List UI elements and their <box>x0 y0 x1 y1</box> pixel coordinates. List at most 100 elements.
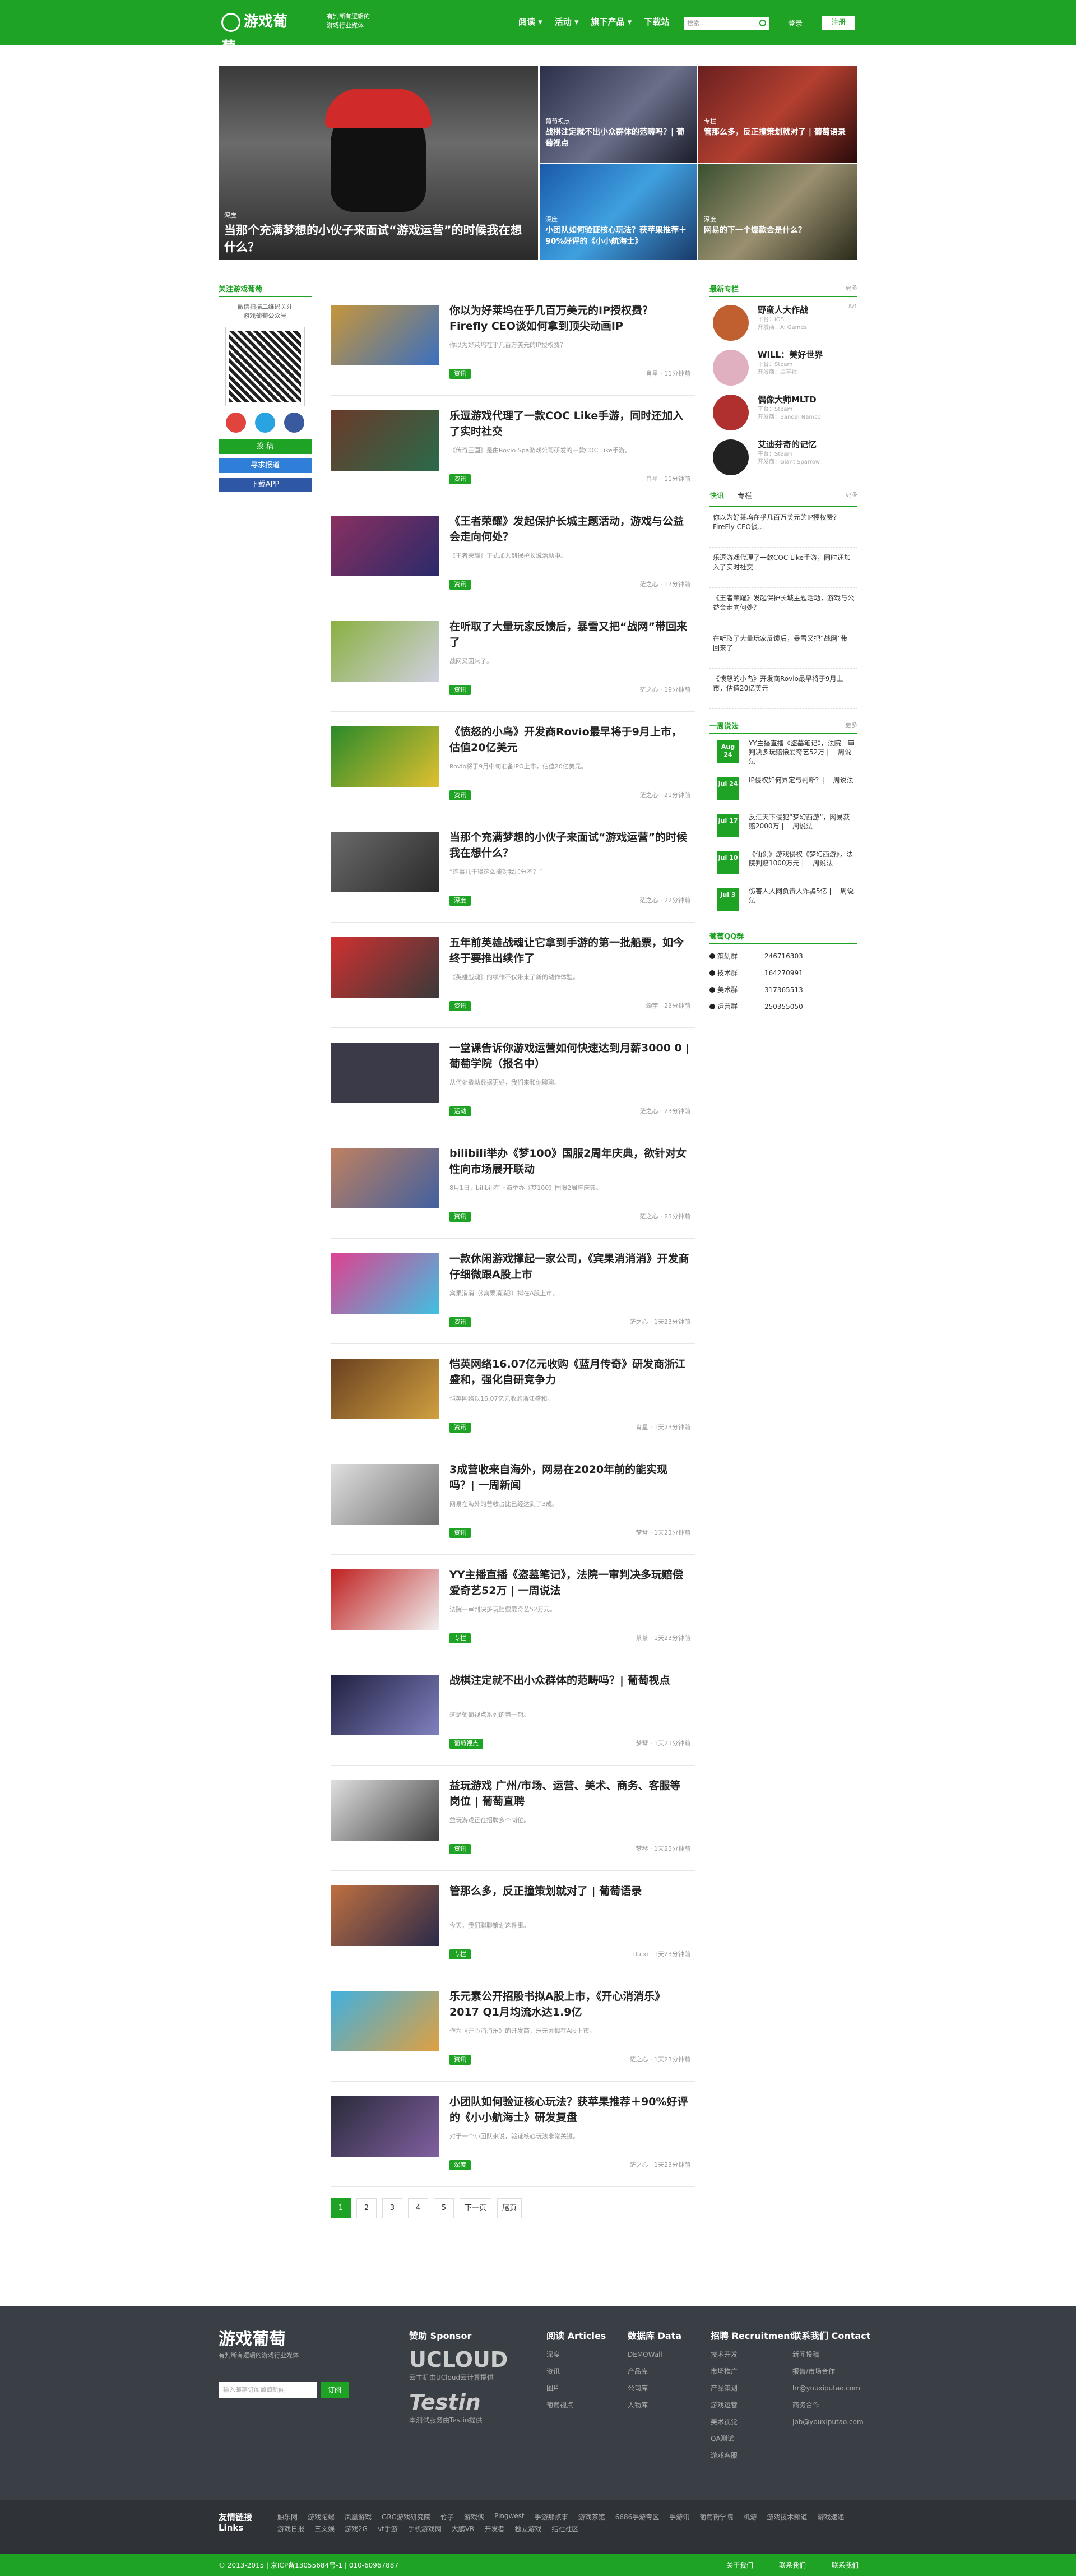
article-thumbnail[interactable] <box>331 410 439 471</box>
footer-data-link[interactable]: 产品库 <box>628 2363 681 2380</box>
site-logo[interactable]: 游戏葡萄 <box>221 9 294 56</box>
page-1[interactable]: 1 <box>331 2198 351 2218</box>
law-title[interactable]: 反汇天下侵犯“梦幻西游”，网易获赔2000万 | 一周说法 <box>749 813 855 831</box>
quick-news-item[interactable]: 《王者荣耀》发起保护长城主题活动，游戏与公益会走向何处？ <box>709 588 857 628</box>
law-item[interactable]: Jul 3 伤害人人网负责人诈骗5亿 | 一周说法 <box>709 882 857 919</box>
columnist-name[interactable]: 野蛮人大作战 <box>758 304 857 316</box>
nav-item-products[interactable]: 旗下产品 ▾ <box>591 16 632 27</box>
article-thumbnail[interactable] <box>331 621 439 682</box>
article-tag[interactable]: 专栏 <box>449 1949 471 1959</box>
columnist-item[interactable]: WILL：美好世界 平台：Steam 开发商：兰亭社 <box>709 346 857 391</box>
register-button[interactable]: 注册 <box>822 16 855 30</box>
friend-link[interactable]: 机游 <box>743 2512 757 2522</box>
article-thumbnail[interactable] <box>331 516 439 576</box>
nav-item-read[interactable]: 阅读 ▾ <box>518 16 542 27</box>
columnist-name[interactable]: 艾迪芬奇的记忆 <box>758 438 857 451</box>
article-tag[interactable]: 资讯 <box>449 1423 471 1433</box>
article-item[interactable]: 一堂课告诉你游戏运营如何快速达到月薪3000 0 | 葡萄学院（报名中） 从何处撬… <box>331 1035 695 1133</box>
article-title[interactable]: 《愤怒的小鸟》开发商Rovio最早将于9月上市，估值20亿美元 <box>449 724 690 756</box>
article-item[interactable]: 益玩游戏 广州/市场、运营、美术、商务、客服等岗位 | 葡萄直聘 益玩游戏正在招聘… <box>331 1772 695 1871</box>
article-title[interactable]: 战棋注定就不出小众群体的范畴吗？| 葡萄视点 <box>449 1672 690 1688</box>
footer-article-link[interactable]: 资讯 <box>546 2363 606 2380</box>
article-thumbnail[interactable] <box>331 1885 439 1946</box>
footer-contact-link[interactable]: hr@youxiputao.com <box>792 2380 870 2397</box>
article-tag[interactable]: 活动 <box>449 1106 471 1116</box>
footer-contact-link[interactable]: 商务合作 <box>792 2397 870 2413</box>
article-title[interactable]: 在听取了大量玩家反馈后，暴雪又把“战网”带回来了 <box>449 619 690 650</box>
footer-recruit-link[interactable]: 游戏客服 <box>711 2447 794 2464</box>
friend-link[interactable]: 葡萄街学院 <box>699 2512 733 2522</box>
article-thumbnail[interactable] <box>331 1253 439 1314</box>
search-input[interactable]: 搜索... <box>684 17 769 30</box>
last-page-button[interactable]: 尾页 <box>497 2198 522 2218</box>
article-item[interactable]: YY主播直播《盗墓笔记》，法院一审判决多玩赔偿爱奇艺52万 | 一周说法 法院一审… <box>331 1562 695 1660</box>
article-thumbnail[interactable] <box>331 1569 439 1630</box>
columnist-item[interactable]: 野蛮人大作战 平台：iOS 开发商：Ai Games 8/1 <box>709 302 857 346</box>
footer-data-link[interactable]: 人物库 <box>628 2397 681 2413</box>
article-tag[interactable]: 资讯 <box>449 1317 471 1327</box>
article-item[interactable]: 五年前英雄战魂让它拿到手游的第一批船票，如今终于要推出续作了 《英雄战魂》的续作不… <box>331 929 695 1028</box>
article-tag[interactable]: 资讯 <box>449 1001 471 1011</box>
footer-recruit-link[interactable]: 游戏运营 <box>711 2397 794 2413</box>
law-title[interactable]: 伤害人人网负责人诈骗5亿 | 一周说法 <box>749 887 855 905</box>
weibo-icon[interactable] <box>226 413 246 433</box>
article-tag[interactable]: 资讯 <box>449 790 471 800</box>
friend-link[interactable]: 游戏茶馆 <box>578 2512 605 2522</box>
contact-link[interactable]: 联系我们 <box>779 2560 806 2570</box>
article-item[interactable]: 恺英网络16.07亿元收购《蓝月传奇》研发商浙江盛和，强化自研竞争力 恺英网络以1… <box>331 1351 695 1449</box>
columnist-item[interactable]: 偶像大师MLTD 平台：Steam 开发商：Bandai Namco <box>709 391 857 436</box>
avatar[interactable] <box>713 350 749 386</box>
article-item[interactable]: 你以为好莱坞在乎几百万美元的IP授权费？Firefly CEO谈如何拿到顶尖动画… <box>331 297 695 396</box>
article-item[interactable]: 乐逗游戏代理了一款COC Like手游，同时还加入了实时社交 《传奇王国》是由Ro… <box>331 402 695 501</box>
nav-item-events[interactable]: 活动 ▾ <box>555 16 579 27</box>
download-app-button[interactable]: 下载APP <box>219 478 312 492</box>
columnist-name[interactable]: 偶像大师MLTD <box>758 393 857 406</box>
subscribe-button[interactable]: 订阅 <box>321 2382 349 2398</box>
article-item[interactable]: 3成营收来自海外，网易在2020年前的能实现吗？| 一周新闻 网易在海外的营收占比… <box>331 1456 695 1555</box>
about-link[interactable]: 关于我们 <box>726 2560 753 2570</box>
friend-link[interactable]: 游戏技术频道 <box>767 2512 807 2522</box>
article-tag[interactable]: 资讯 <box>449 1528 471 1538</box>
qq-group[interactable]: 美术群 317365513 <box>709 981 857 998</box>
law-item[interactable]: Aug 24 YY主播直播《盗墓笔记》，法院一审判决多玩赔偿爱奇艺52万 | 一周… <box>709 734 857 771</box>
friend-link[interactable]: Pingwest <box>494 2512 525 2522</box>
seek-report-button[interactable]: 寻求报道 <box>219 458 312 473</box>
article-title[interactable]: 管那么多，反正撞策划就对了 | 葡萄语录 <box>449 1883 690 1899</box>
law-title[interactable]: 《仙剑》游戏侵权《梦幻西游》，法院判赔1000万元 | 一周说法 <box>749 850 855 868</box>
article-item[interactable]: 小团队如何验证核心玩法？获苹果推荐＋90%好评的《小小航海士》研发复盘 对于一个小… <box>331 2088 695 2187</box>
article-thumbnail[interactable] <box>331 1359 439 1419</box>
footer-recruit-link[interactable]: QA测试 <box>711 2430 794 2447</box>
article-tag[interactable]: 资讯 <box>449 369 471 379</box>
more-link[interactable]: 更多 <box>845 283 857 292</box>
login-button[interactable]: 登录 <box>788 17 803 28</box>
article-title[interactable]: bilibili举办《梦100》国服2周年庆典，欲针对女性向市场展开联动 <box>449 1146 690 1177</box>
columnist-item[interactable]: 艾迪芬奇的记忆 平台：Steam 开发商：Giant Sparrow <box>709 436 857 481</box>
article-thumbnail[interactable] <box>331 2096 439 2157</box>
article-title[interactable]: 一款休闲游戏撑起一家公司，《宾果消消消》开发商仔细微跟A股上市 <box>449 1251 690 1282</box>
article-thumbnail[interactable] <box>331 726 439 787</box>
friend-link[interactable]: vt手游 <box>378 2524 398 2533</box>
article-title[interactable]: 五年前英雄战魂让它拿到手游的第一批船票，如今终于要推出续作了 <box>449 935 690 966</box>
page-3[interactable]: 3 <box>382 2198 402 2218</box>
footer-recruit-link[interactable]: 产品策划 <box>711 2380 794 2397</box>
footer-data-link[interactable]: DEMOWall <box>628 2346 681 2363</box>
article-title[interactable]: 《王者荣耀》发起保护长城主题活动，游戏与公益会走向何处？ <box>449 513 690 545</box>
friend-link[interactable]: 开发者 <box>484 2524 504 2533</box>
article-title[interactable]: 乐元素公开招股书拟A股上市，《开心消消乐》2017 Q1月均流水达1.9亿 <box>449 1989 690 2020</box>
hero-tile[interactable]: 专栏 管那么多，反正撞策划就对了 | 葡萄语录 <box>698 66 857 163</box>
friend-link[interactable]: 独立游戏 <box>514 2524 541 2533</box>
friend-link[interactable]: GRG游戏研究院 <box>382 2512 430 2522</box>
article-title[interactable]: 小团队如何验证核心玩法？获苹果推荐＋90%好评的《小小航海士》研发复盘 <box>449 2094 690 2125</box>
next-page-button[interactable]: 下一页 <box>460 2198 492 2218</box>
article-tag[interactable]: 资讯 <box>449 685 471 695</box>
friend-link[interactable]: 游戏速递 <box>817 2512 844 2522</box>
friend-link[interactable]: 手游讯 <box>669 2512 689 2522</box>
quick-news-item[interactable]: 在听取了大量玩家反馈后，暴雪又把“战网”带回来了 <box>709 628 857 669</box>
footer-article-link[interactable]: 图片 <box>546 2380 606 2397</box>
tab-columns[interactable]: 专栏 <box>738 490 752 501</box>
article-thumbnail[interactable] <box>331 1148 439 1208</box>
footer-recruit-link[interactable]: 市场推广 <box>711 2363 794 2380</box>
article-title[interactable]: 你以为好莱坞在乎几百万美元的IP授权费？Firefly CEO谈如何拿到顶尖动画… <box>449 303 690 334</box>
qq-group[interactable]: 运营群 250355050 <box>709 998 857 1015</box>
friend-link[interactable]: 游戏2G <box>345 2524 368 2533</box>
